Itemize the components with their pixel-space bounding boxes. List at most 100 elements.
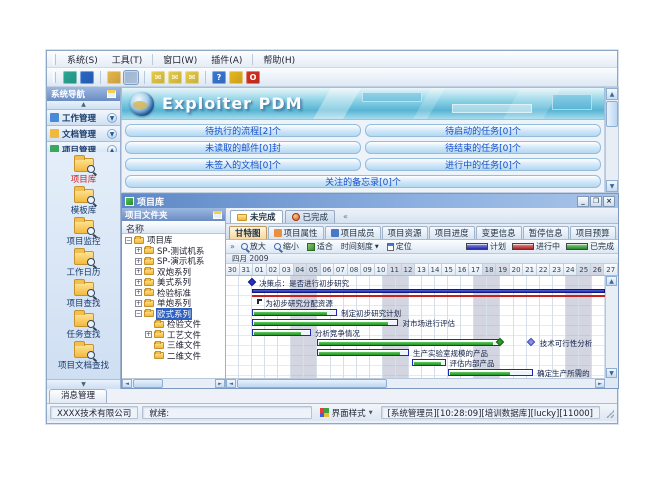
mail-send-icon[interactable]: ✉ bbox=[185, 71, 199, 84]
sidebar-item-项目查找[interactable]: 项目查找 bbox=[47, 280, 120, 311]
toolbar-grip[interactable] bbox=[53, 54, 56, 65]
task-bar[interactable] bbox=[317, 349, 408, 356]
tab-变更信息[interactable]: 变更信息 bbox=[476, 226, 522, 239]
help-icon[interactable]: ? bbox=[212, 71, 226, 84]
tab-项目属性[interactable]: 项目属性 bbox=[268, 226, 324, 239]
gantt-button-定位[interactable]: 定位 bbox=[385, 241, 414, 252]
tree-expander-icon[interactable]: − bbox=[125, 237, 132, 244]
milestone-diamond[interactable] bbox=[526, 338, 534, 346]
main-scrollbar[interactable]: ▲ ▼ bbox=[605, 87, 619, 193]
mail-receive-icon[interactable]: ✉ bbox=[151, 71, 165, 84]
gantt-vscrollbar[interactable]: ▲ ▼ bbox=[605, 276, 618, 378]
pin-icon[interactable] bbox=[213, 211, 222, 219]
sidebar-item-项目库[interactable]: 项目库 bbox=[47, 156, 120, 187]
tab-已完成[interactable]: 已完成 bbox=[285, 210, 336, 223]
scroll-right-icon[interactable]: ► bbox=[215, 379, 225, 388]
sidebar-item-任务查找[interactable]: 任务查找 bbox=[47, 311, 120, 342]
scroll-up-icon[interactable]: ▲ bbox=[606, 276, 617, 286]
gantt-button-放大[interactable]: 放大 bbox=[239, 241, 268, 252]
minimize-icon[interactable]: _ bbox=[577, 196, 589, 207]
tree-node-二维文件[interactable]: 二维文件 bbox=[122, 351, 225, 362]
tree-column-header[interactable]: 名称 bbox=[122, 221, 225, 234]
sidebar-expand-button[interactable]: ▼ bbox=[47, 379, 120, 389]
close-icon[interactable]: × bbox=[603, 196, 615, 207]
desktop-icon[interactable] bbox=[124, 71, 138, 84]
scroll-left-icon[interactable]: ◄ bbox=[226, 379, 236, 388]
gantt-button-缩小[interactable]: 缩小 bbox=[272, 241, 301, 252]
scroll-up-icon[interactable]: ▲ bbox=[606, 88, 618, 100]
task-bar[interactable] bbox=[317, 339, 500, 346]
sidebar-item-项目文档查找[interactable]: 项目文档查找 bbox=[47, 342, 120, 373]
sidebar-item-模板库[interactable]: 模板库 bbox=[47, 187, 120, 218]
status-link[interactable]: 待启动的任务[0]个 bbox=[365, 124, 601, 137]
interface-style-button[interactable]: 界面样式 ▼ bbox=[316, 406, 377, 420]
task-bar[interactable] bbox=[252, 319, 398, 326]
gantt-button-适合[interactable]: 适合 bbox=[305, 241, 335, 252]
task-bar[interactable] bbox=[412, 359, 446, 366]
project-window-titlebar[interactable]: 项目库 _ ❐ × bbox=[122, 194, 618, 208]
tree-expander-icon[interactable]: − bbox=[135, 310, 142, 317]
lock-icon[interactable] bbox=[229, 71, 243, 84]
tree-expander-icon[interactable]: + bbox=[135, 268, 142, 275]
scroll-right-icon[interactable]: ► bbox=[595, 379, 605, 388]
task-bar[interactable] bbox=[448, 369, 533, 376]
chevron-icon[interactable]: ▼ bbox=[107, 129, 117, 139]
menu-item[interactable]: 系统(S) bbox=[60, 51, 105, 68]
message-panel-tab[interactable]: 消息管理 bbox=[49, 389, 107, 403]
scrollbar-thumb[interactable] bbox=[606, 101, 618, 127]
status-link[interactable]: 进行中的任务[0]个 bbox=[365, 158, 601, 171]
exit-icon[interactable]: O bbox=[246, 71, 260, 84]
folder-icon bbox=[144, 279, 154, 286]
toolbar-grip[interactable] bbox=[53, 72, 56, 83]
sidebar-collapse-button[interactable]: ▲ bbox=[47, 101, 120, 110]
sidebar-group-工作管理[interactable]: 工作管理▼ bbox=[47, 110, 120, 126]
gantt-button-时间刻度[interactable]: 时间刻度▼ bbox=[339, 241, 381, 252]
scrollbar-thumb[interactable] bbox=[133, 379, 163, 388]
menu-item[interactable]: 插件(A) bbox=[204, 51, 249, 68]
menu-item[interactable]: 帮助(H) bbox=[256, 51, 302, 68]
tab-项目预算[interactable]: 项目预算 bbox=[570, 226, 616, 239]
gantt-row: 评估内部产品 bbox=[226, 357, 605, 367]
tree-expander-icon[interactable]: + bbox=[135, 300, 142, 307]
tree-expander-icon[interactable]: + bbox=[135, 279, 142, 286]
tab-暂停信息[interactable]: 暂停信息 bbox=[523, 226, 569, 239]
milestone-diamond[interactable] bbox=[248, 278, 256, 286]
tab-项目资源[interactable]: 项目资源 bbox=[382, 226, 428, 239]
scroll-down-icon[interactable]: ▼ bbox=[606, 368, 617, 378]
chevron-icon[interactable]: ▼ bbox=[107, 113, 117, 123]
tree-expander-icon[interactable]: + bbox=[135, 258, 142, 265]
menu-item[interactable]: 窗口(W) bbox=[156, 51, 204, 68]
scroll-left-icon[interactable]: ◄ bbox=[122, 379, 132, 388]
web-icon[interactable] bbox=[80, 71, 94, 84]
workspace-icon[interactable] bbox=[63, 71, 77, 84]
tree-expander-icon[interactable]: + bbox=[135, 289, 142, 296]
status-link[interactable]: 待结束的任务[0]个 bbox=[365, 141, 601, 154]
tab-项目成员[interactable]: 项目成员 bbox=[325, 226, 381, 239]
status-link[interactable]: 未读取的邮件[0]封 bbox=[125, 141, 361, 154]
tab-未完成[interactable]: 未完成 bbox=[230, 210, 283, 223]
tree-expander-icon[interactable]: + bbox=[145, 331, 152, 338]
gantt-hscrollbar[interactable]: ◄ ► bbox=[226, 378, 605, 388]
tree-hscrollbar[interactable]: ◄ ► bbox=[122, 378, 225, 388]
toolbar-overflow-icon[interactable]: » bbox=[230, 242, 235, 251]
menu-item[interactable]: 工具(T) bbox=[105, 51, 150, 68]
summary-bar[interactable] bbox=[252, 289, 605, 293]
resize-grip[interactable] bbox=[604, 408, 614, 418]
sidebar-item-项目监控[interactable]: 项目监控 bbox=[47, 218, 120, 249]
task-bar[interactable] bbox=[252, 309, 337, 316]
status-link[interactable]: 关注的备忘录[0]个 bbox=[125, 175, 601, 188]
tab-甘特图[interactable]: 甘特图 bbox=[229, 226, 267, 239]
status-link[interactable]: 未签入的文档[0]个 bbox=[125, 158, 361, 171]
sidebar-group-文档管理[interactable]: 文档管理▼ bbox=[47, 126, 120, 142]
scroll-down-icon[interactable]: ▼ bbox=[606, 180, 618, 192]
mail-read-icon[interactable]: ✉ bbox=[168, 71, 182, 84]
sidebar-item-工作日历[interactable]: 工作日历 bbox=[47, 249, 120, 280]
tree-expander-icon[interactable]: + bbox=[135, 247, 142, 254]
scrollbar-thumb[interactable] bbox=[237, 379, 387, 388]
open-folder-icon[interactable] bbox=[107, 71, 121, 84]
tab-项目进度[interactable]: 项目进度 bbox=[429, 226, 475, 239]
restore-icon[interactable]: ❐ bbox=[590, 196, 602, 207]
tab-overflow-icon[interactable]: « bbox=[343, 212, 348, 223]
task-bar[interactable] bbox=[252, 329, 311, 336]
status-link[interactable]: 待执行的流程[2]个 bbox=[125, 124, 361, 137]
